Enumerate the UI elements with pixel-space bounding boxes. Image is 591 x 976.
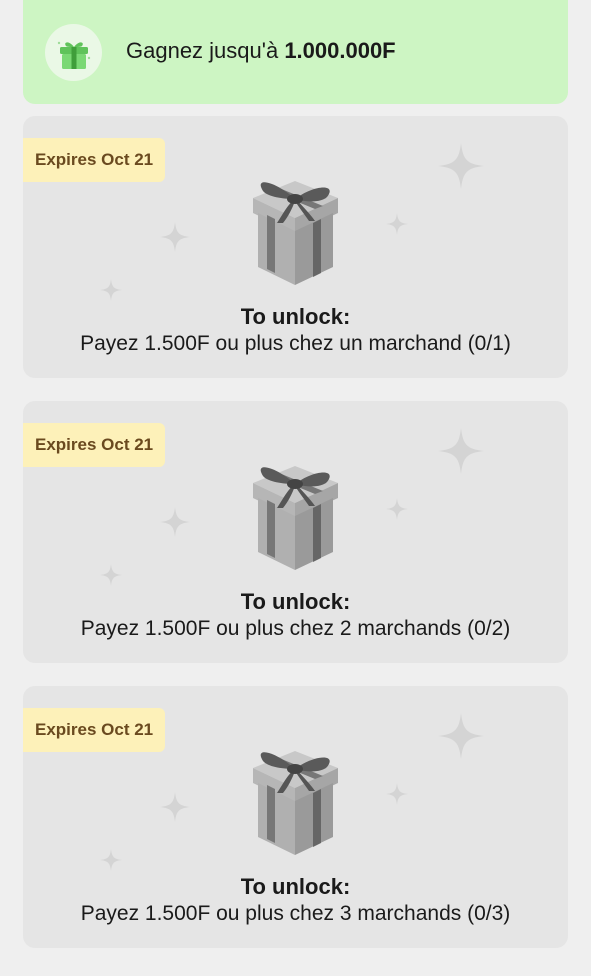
sparkle-icon	[438, 713, 484, 759]
expiry-badge: Expires Oct 21	[23, 423, 166, 467]
sparkle-icon	[160, 507, 190, 537]
unlock-title: To unlock:	[240, 589, 351, 614]
sparkle-icon	[100, 279, 122, 301]
locked-gift-box-icon	[253, 751, 338, 855]
reward-card[interactable]: Expires Oct 21 To unlock: Payez 1.500F o…	[23, 116, 568, 378]
promo-banner[interactable]: Gagnez jusqu'à 1.000.000F	[23, 0, 568, 104]
sparkle-icon	[438, 143, 484, 189]
expiry-badge: Expires Oct 21	[23, 138, 166, 182]
gift-icon	[57, 41, 90, 69]
sparkle-icon	[160, 792, 190, 822]
sparkle-icon	[100, 849, 122, 871]
unlock-title: To unlock:	[240, 874, 351, 899]
gift-icon-badge	[45, 24, 102, 81]
sparkle-icon	[386, 498, 408, 520]
banner-message: Gagnez jusqu'à 1.000.000F	[126, 38, 396, 64]
banner-text-prefix: Gagnez jusqu'à	[126, 38, 285, 63]
sparkle-icon	[386, 213, 408, 235]
sparkle-icon	[100, 564, 122, 586]
reward-card[interactable]: Expires Oct 21 To unlock: Payez 1.500F o…	[23, 401, 568, 663]
unlock-title: To unlock:	[240, 304, 351, 329]
sparkle-icon	[160, 222, 190, 252]
unlock-requirement: Payez 1.500F ou plus chez un marchand (0…	[80, 332, 511, 355]
locked-gift-box-icon	[253, 466, 338, 570]
banner-amount: 1.000.000F	[284, 38, 396, 63]
sparkle-icon	[438, 428, 484, 474]
expiry-badge: Expires Oct 21	[23, 708, 166, 752]
reward-card[interactable]: Expires Oct 21 To unlock: Payez 1.500F o…	[23, 686, 568, 948]
unlock-requirement: Payez 1.500F ou plus chez 2 marchands (0…	[80, 617, 511, 640]
locked-gift-box-icon	[253, 181, 338, 285]
sparkle-icon	[386, 783, 408, 805]
unlock-requirement: Payez 1.500F ou plus chez 3 marchands (0…	[80, 902, 511, 925]
